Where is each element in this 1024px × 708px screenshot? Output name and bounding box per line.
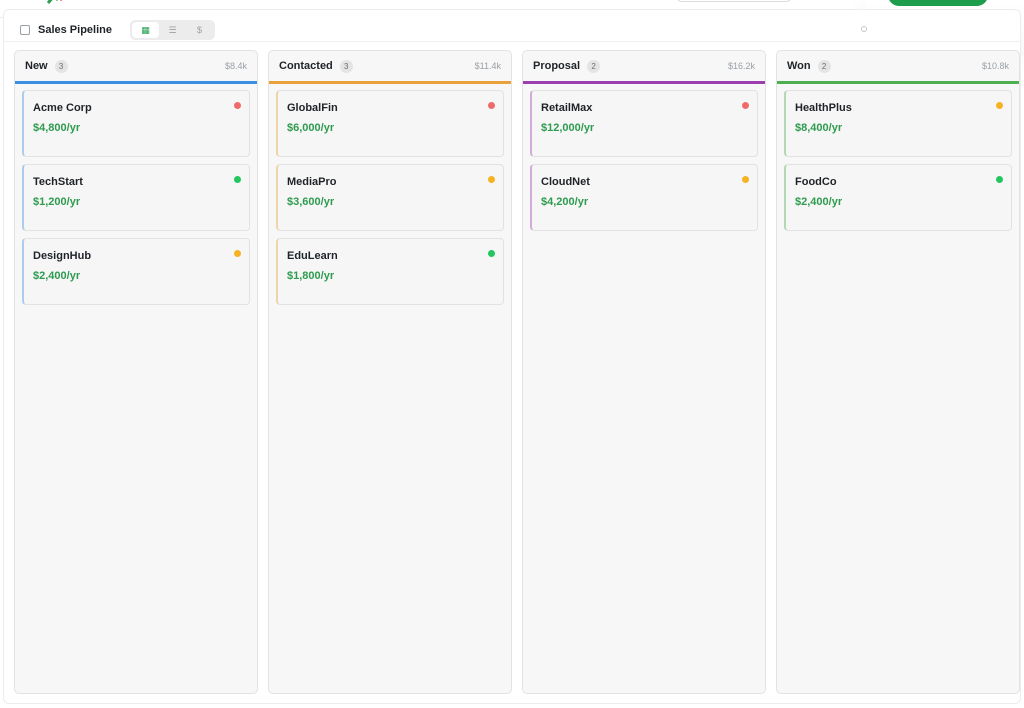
deal-name: TechStart bbox=[33, 176, 83, 188]
column-count-badge: 2 bbox=[587, 59, 601, 73]
deal-card[interactable]: DesignHub $2,400/yr bbox=[22, 238, 250, 305]
deal-card[interactable]: EduLearn $1,800/yr bbox=[276, 238, 504, 305]
column-title: Won bbox=[787, 60, 811, 72]
deal-name: FoodCo bbox=[795, 176, 837, 188]
column-title: Proposal bbox=[533, 60, 581, 72]
deal-name: GlobalFin bbox=[287, 102, 338, 114]
card-list: GlobalFin $6,000/yr MediaPro $3,600/yr EduLe… bbox=[269, 84, 511, 305]
deal-value: $3,600/yr bbox=[287, 196, 335, 208]
priority-dot-icon bbox=[234, 102, 241, 109]
column-won: Won 2 $10.8k HealthPlus $8,400/yr FoodCo $2,40… bbox=[776, 50, 1020, 694]
deal-name: HealthPlus bbox=[795, 102, 852, 114]
board-title: Sales Pipeline bbox=[38, 24, 112, 36]
deal-card[interactable]: TechStart $1,200/yr bbox=[22, 164, 250, 231]
value-view-button[interactable]: $ bbox=[186, 22, 213, 38]
priority-dot-icon bbox=[996, 102, 1003, 109]
deal-name: CloudNet bbox=[541, 176, 590, 188]
priority-dot-icon bbox=[996, 176, 1003, 183]
deal-value: $4,200/yr bbox=[541, 196, 589, 208]
column-title: Contacted bbox=[279, 60, 333, 72]
deal-card[interactable]: CloudNet $4,200/yr bbox=[530, 164, 758, 231]
deal-card[interactable]: RetailMax $12,000/yr bbox=[530, 90, 758, 157]
column-new: New 3 $8.4k Acme Corp $4,800/yr TechStart $1,2… bbox=[14, 50, 258, 694]
column-proposal: Proposal 2 $16.2k RetailMax $12,000/yr CloudN… bbox=[522, 50, 766, 694]
search-input[interactable] bbox=[676, 0, 792, 2]
deal-value: $4,800/yr bbox=[33, 122, 81, 134]
priority-dot-icon bbox=[488, 250, 495, 257]
priority-dot-icon bbox=[742, 176, 749, 183]
deal-card[interactable]: Acme Corp $4,800/yr bbox=[22, 90, 250, 157]
deal-name: EduLearn bbox=[287, 250, 338, 262]
column-total: $10.8k bbox=[981, 61, 1009, 71]
deal-name: Acme Corp bbox=[33, 102, 92, 114]
column-header[interactable]: New 3 $8.4k bbox=[15, 51, 257, 84]
app-window: Sales Pipeline ▦ ☰ $ New 3 $8.4k Acme Corp $4,… bbox=[0, 0, 1024, 708]
view-switcher: ▦ ☰ $ bbox=[129, 20, 215, 40]
primary-action-button[interactable] bbox=[888, 0, 988, 6]
card-list: RetailMax $12,000/yr CloudNet $4,200/yr bbox=[523, 84, 765, 231]
deal-value: $2,400/yr bbox=[33, 270, 81, 282]
header-divider bbox=[4, 41, 1020, 42]
column-header[interactable]: Won 2 $10.8k bbox=[777, 51, 1019, 84]
column-count-badge: 3 bbox=[339, 59, 353, 73]
deal-value: $1,800/yr bbox=[287, 270, 335, 282]
column-total: $11.4k bbox=[474, 61, 501, 71]
search-icon[interactable] bbox=[861, 26, 867, 32]
column-header[interactable]: Proposal 2 $16.2k bbox=[523, 51, 765, 84]
column-count-badge: 2 bbox=[817, 59, 831, 73]
column-count-badge: 3 bbox=[54, 59, 68, 73]
document-icon bbox=[20, 25, 30, 35]
deal-card[interactable]: GlobalFin $6,000/yr bbox=[276, 90, 504, 157]
column-contacted: Contacted 3 $11.4k GlobalFin $6,000/yr MediaP… bbox=[268, 50, 512, 694]
deal-value: $6,000/yr bbox=[287, 122, 335, 134]
deal-card[interactable]: MediaPro $3,600/yr bbox=[276, 164, 504, 231]
column-total: $8.4k bbox=[224, 61, 247, 71]
column-header[interactable]: Contacted 3 $11.4k bbox=[269, 51, 511, 84]
deal-card[interactable]: FoodCo $2,400/yr bbox=[784, 164, 1012, 231]
board-view-button[interactable]: ▦ bbox=[131, 22, 159, 38]
priority-dot-icon bbox=[488, 176, 495, 183]
deal-name: MediaPro bbox=[287, 176, 337, 188]
priority-dot-icon bbox=[742, 102, 749, 109]
deal-card[interactable]: HealthPlus $8,400/yr bbox=[784, 90, 1012, 157]
deal-name: RetailMax bbox=[541, 102, 593, 114]
card-list: Acme Corp $4,800/yr TechStart $1,200/yr Desi… bbox=[15, 84, 257, 305]
deal-name: DesignHub bbox=[33, 250, 92, 262]
kanban-columns: New 3 $8.4k Acme Corp $4,800/yr TechStart $1,2… bbox=[14, 50, 1020, 694]
column-title: New bbox=[25, 60, 48, 72]
board-header: Sales Pipeline ▦ ☰ $ bbox=[20, 19, 215, 41]
deal-value: $1,200/yr bbox=[33, 196, 81, 208]
deal-value: $12,000/yr bbox=[541, 122, 595, 134]
priority-dot-icon bbox=[234, 176, 241, 183]
priority-dot-icon bbox=[488, 102, 495, 109]
column-total: $16.2k bbox=[727, 61, 755, 71]
priority-dot-icon bbox=[234, 250, 241, 257]
logo-icon bbox=[46, 0, 63, 4]
card-list: HealthPlus $8,400/yr FoodCo $2,400/yr bbox=[777, 84, 1019, 231]
deal-value: $8,400/yr bbox=[795, 122, 843, 134]
deal-value: $2,400/yr bbox=[795, 196, 843, 208]
list-view-button[interactable]: ☰ bbox=[159, 22, 186, 38]
